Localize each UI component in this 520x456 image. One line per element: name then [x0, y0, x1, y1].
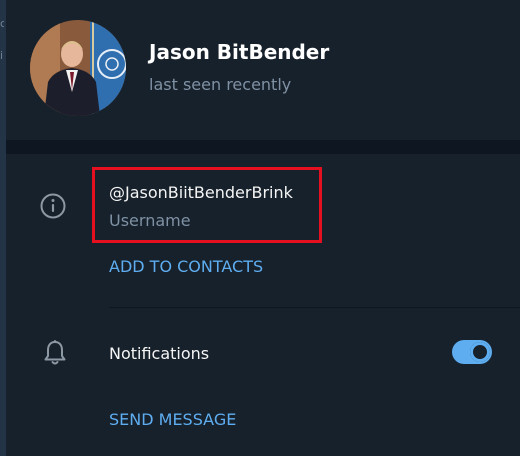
row-divider — [109, 307, 520, 308]
background-text-fragment: c — [0, 17, 4, 30]
last-seen-status: last seen recently — [149, 75, 292, 94]
notifications-toggle[interactable] — [452, 340, 492, 364]
contact-name: Jason BitBender — [149, 40, 330, 64]
background-text-fragment: i — [0, 49, 4, 62]
add-to-contacts-button[interactable]: ADD TO CONTACTS — [109, 257, 263, 276]
avatar-photo — [30, 20, 126, 116]
profile-header: Jason BitBender last seen recently — [6, 0, 520, 140]
user-profile-panel: Jason BitBender last seen recently @Jaso… — [6, 0, 520, 456]
info-icon — [40, 193, 66, 219]
notifications-label: Notifications — [109, 344, 210, 363]
bell-icon — [44, 340, 66, 365]
send-message-button[interactable]: SEND MESSAGE — [109, 410, 236, 429]
toggle-knob — [470, 342, 490, 362]
section-divider — [6, 140, 520, 154]
avatar[interactable] — [30, 20, 126, 116]
highlight-box — [92, 167, 322, 243]
